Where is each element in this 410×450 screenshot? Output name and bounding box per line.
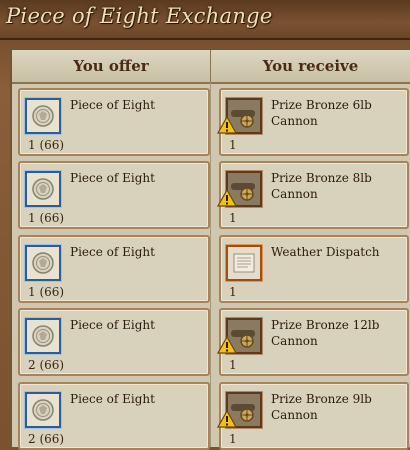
item-count: 1 (66) [28,211,65,225]
item-count: 1 [229,138,237,152]
item-name: Prize Bronze 8lb Cannon [271,171,372,201]
exchange-window: Piece of Eight Exchange You offer You re… [0,0,410,450]
header-you-receive: You receive [262,57,359,75]
column-headers: You offer You receive [12,50,410,84]
item-count: 2 (66) [28,358,65,372]
receive-item-card[interactable]: Prize Bronze 8lb Cannon 1 [216,161,409,229]
offer-item-card[interactable]: Piece of Eight 1 (66) [18,88,210,156]
item-count: 1 (66) [28,285,65,299]
header-you-offer: You offer [73,57,149,75]
piece-of-eight-icon[interactable] [25,318,61,354]
piece-of-eight-icon[interactable] [25,171,61,207]
item-name: Piece of Eight [70,392,155,406]
offer-item-card[interactable]: Piece of Eight 2 (66) [18,382,210,450]
item-name: Piece of Eight [70,318,155,332]
exchange-panel: You offer You receive Piece of Eight 1 (6… [10,48,410,450]
item-name: Prize Bronze 9lb Cannon [271,392,372,422]
item-count: 1 [229,432,237,446]
item-count: 2 (66) [28,432,65,446]
column-divider [210,82,211,447]
item-count: 1 [229,358,237,372]
warning-icon [216,115,238,134]
item-name: Prize Bronze 6lb Cannon [271,98,372,128]
title-bar: Piece of Eight Exchange [0,0,410,40]
item-name: Piece of Eight [70,171,155,185]
warning-icon [216,335,238,354]
receive-item-card[interactable]: Prize Bronze 6lb Cannon 1 [216,88,409,156]
item-count: 1 [229,285,237,299]
item-name: Weather Dispatch [271,245,380,259]
receive-item-card[interactable]: Prize Bronze 12lb Cannon 1 [216,308,409,376]
window-title: Piece of Eight Exchange [6,4,273,28]
item-name: Piece of Eight [70,98,155,112]
item-count: 1 [229,211,237,225]
piece-of-eight-icon[interactable] [25,245,61,281]
dispatch-scroll-icon[interactable] [226,245,262,281]
warning-icon [216,188,238,207]
warning-icon [216,409,238,428]
receive-item-card[interactable]: Prize Bronze 9lb Cannon 1 [216,382,409,450]
piece-of-eight-icon[interactable] [25,392,61,428]
receive-item-card[interactable]: Weather Dispatch 1 [219,235,409,303]
piece-of-eight-icon[interactable] [25,98,61,134]
offer-item-card[interactable]: Piece of Eight 1 (66) [18,161,210,229]
item-name: Piece of Eight [70,245,155,259]
offer-item-card[interactable]: Piece of Eight 1 (66) [18,235,210,303]
item-count: 1 (66) [28,138,65,152]
offer-item-card[interactable]: Piece of Eight 2 (66) [18,308,210,376]
item-name: Prize Bronze 12lb Cannon [271,318,380,348]
